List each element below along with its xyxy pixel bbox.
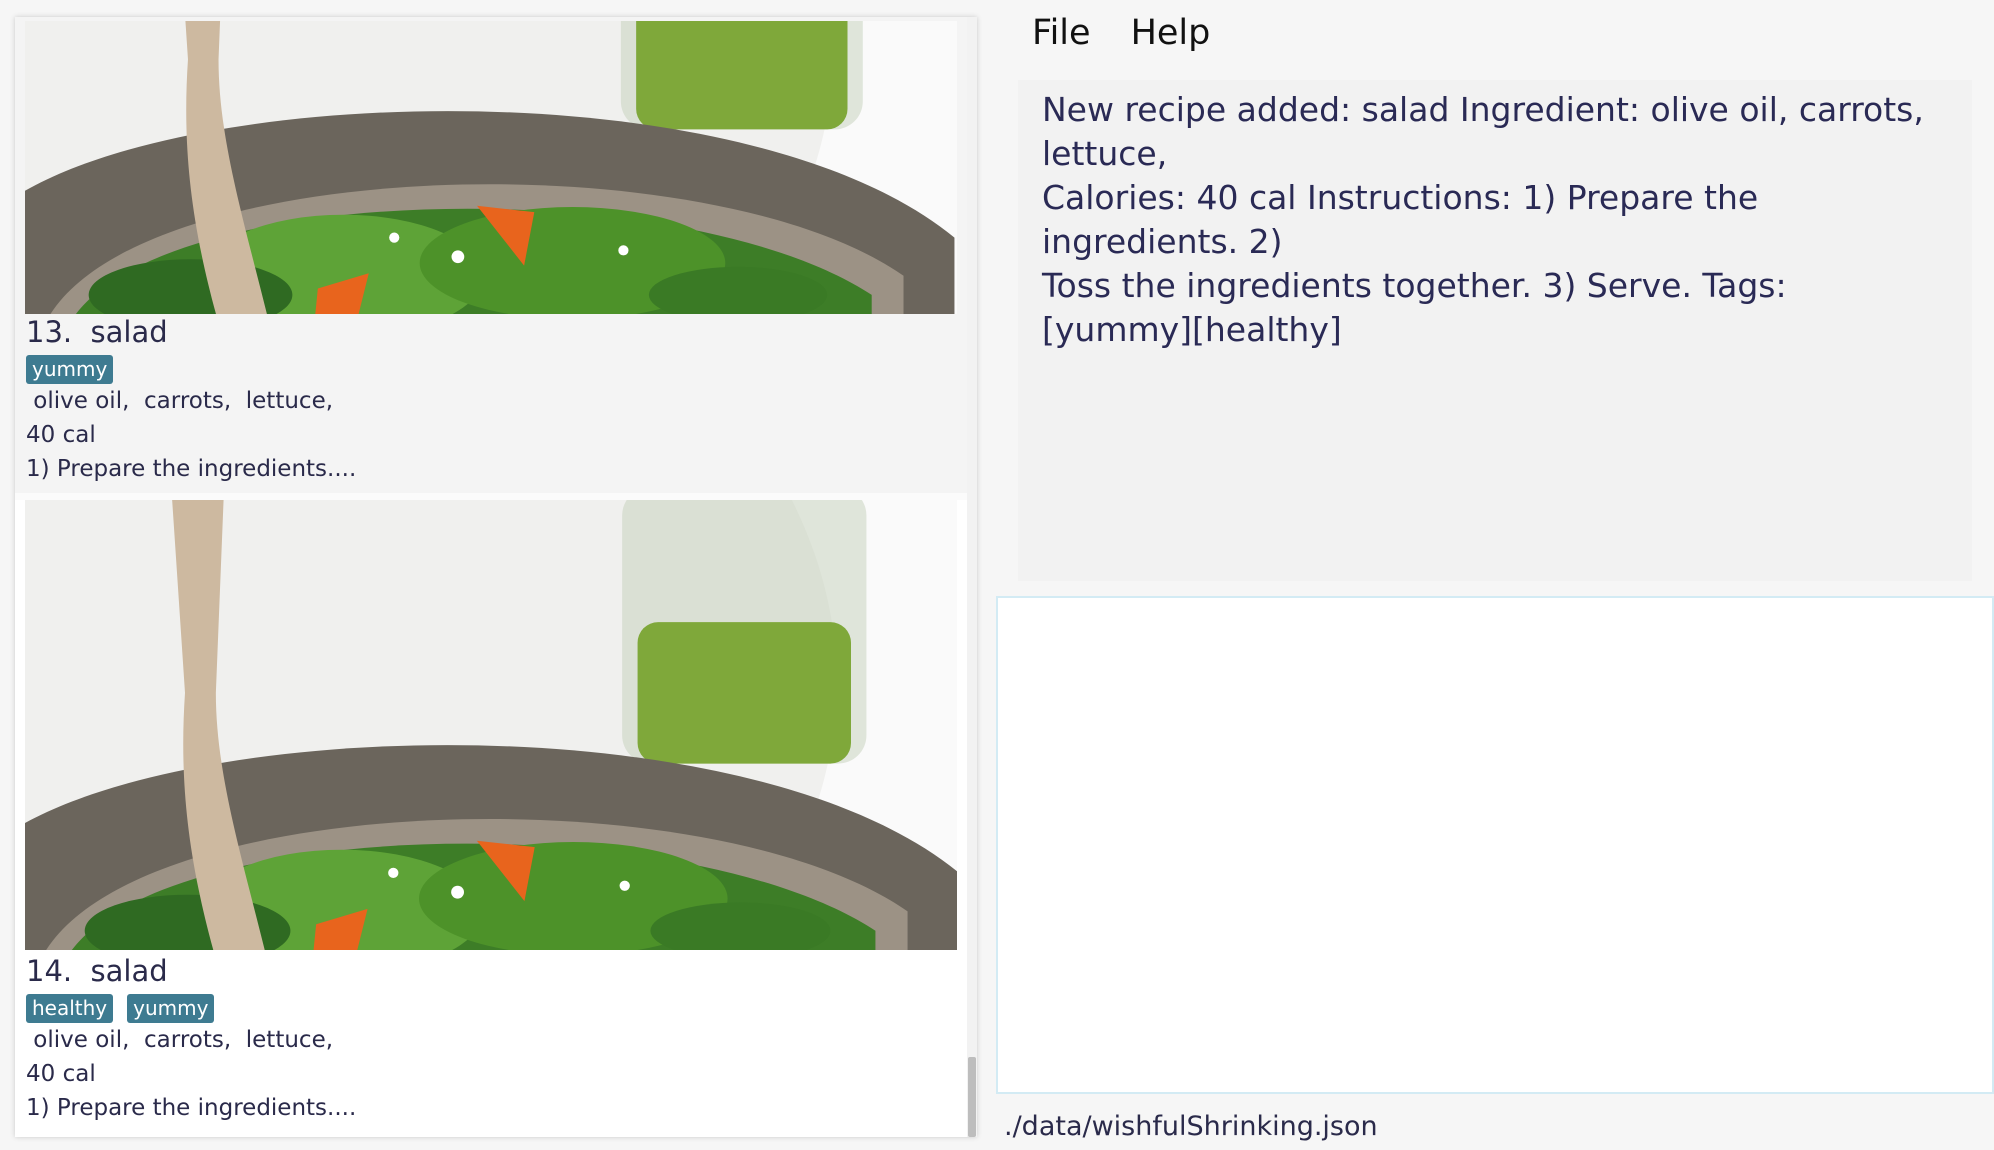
tag-badge: yummy: [127, 994, 215, 1023]
recipe-instructions: 1) Prepare the ingredients....: [26, 1095, 357, 1121]
recipe-tags: yummy: [26, 355, 114, 384]
scrollbar-thumb[interactable]: [968, 1057, 976, 1137]
list-scrollbar[interactable]: [967, 17, 977, 1137]
recipe-ingredients: olive oil, carrots, lettuce,: [26, 1027, 334, 1053]
recipe-ingredients: olive oil, carrots, lettuce,: [26, 388, 334, 414]
recipe-calories: 40 cal: [26, 1061, 96, 1087]
recipe-title: 14. salad: [26, 954, 168, 988]
recipe-image: [25, 21, 957, 314]
tag-badge: yummy: [26, 355, 114, 384]
salad-bowl-photo-icon: [25, 500, 957, 950]
recipe-instructions: 1) Prepare the ingredients....: [26, 456, 357, 482]
command-input[interactable]: [996, 596, 1994, 1094]
result-display: New recipe added: salad Ingredient: oliv…: [1018, 80, 1972, 581]
recipe-card[interactable]: 13. salad yummy olive oil, carrots, lett…: [15, 17, 967, 493]
menu-file[interactable]: File: [1032, 8, 1091, 58]
recipe-title: 13. salad: [26, 315, 168, 349]
menu-help[interactable]: Help: [1131, 8, 1211, 58]
recipe-list-panel[interactable]: 13. salad yummy olive oil, carrots, lett…: [15, 17, 977, 1137]
salad-bowl-photo-icon: [25, 21, 957, 314]
recipe-tags: healthy yummy: [26, 994, 215, 1023]
recipe-image: [25, 500, 957, 950]
recipe-calories: 40 cal: [26, 422, 96, 448]
status-bar-path: ./data/wishfulShrinking.json: [1004, 1111, 1378, 1142]
menu-bar: File Help: [1032, 8, 1210, 58]
tag-badge: healthy: [26, 994, 114, 1023]
recipe-card[interactable]: 14. salad healthy yummy olive oil, carro…: [15, 500, 967, 1137]
